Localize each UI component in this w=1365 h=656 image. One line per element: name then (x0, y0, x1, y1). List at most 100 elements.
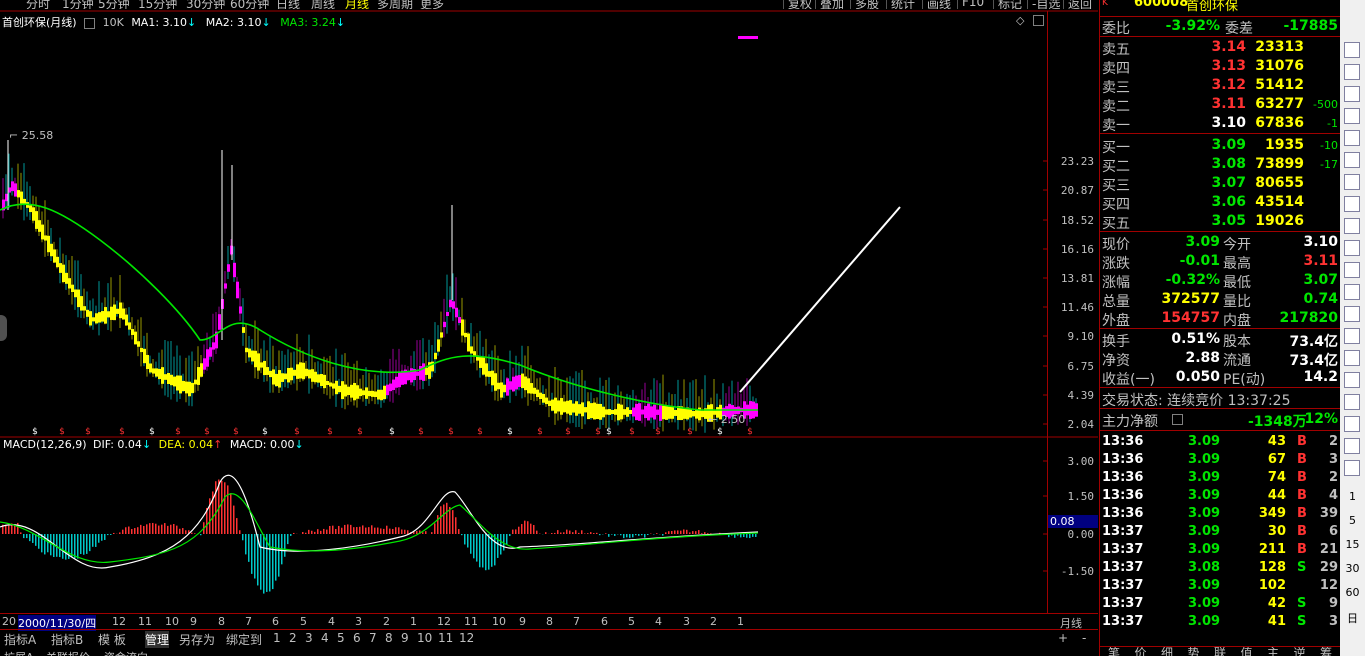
indicator-tab[interactable]: 模 板 (98, 631, 126, 648)
period-shortcut[interactable]: 日 (1342, 610, 1363, 626)
candle-body (569, 400, 572, 416)
detail-tab[interactable]: 价 (1135, 647, 1147, 656)
trade-price: 3.08 (1188, 560, 1221, 575)
detail-tab[interactable]: 值 (1241, 647, 1253, 656)
remove-tab-button[interactable]: - (1082, 631, 1086, 645)
candle-body (605, 409, 608, 415)
order-book-row[interactable]: 买一 3.09 1935 -10 (1100, 136, 1340, 156)
ext-tab[interactable]: 扩展A (4, 649, 34, 656)
cal-icon[interactable] (1344, 218, 1360, 234)
period-tab-60min[interactable]: 60分钟 (230, 0, 269, 9)
ext-tab[interactable]: 关联报价 (46, 649, 90, 656)
kline-chart[interactable]: 23.23 20.87 18.52 16.16 13.81 11.46 9.10 6.75 4.… (0, 10, 1098, 438)
layers-icon[interactable] (1344, 372, 1360, 388)
period-shortcut[interactable]: 60 (1342, 586, 1363, 599)
indicator-tab[interactable]: 5 (337, 631, 345, 645)
f5-icon[interactable] (1344, 438, 1360, 454)
self-select-button[interactable]: -自选 (1027, 0, 1064, 9)
period-tab-multi[interactable]: 多周期 (377, 0, 413, 9)
detail-tab[interactable]: 势 (1188, 647, 1200, 656)
period-shortcut[interactable]: 30 (1342, 562, 1363, 575)
indicator-tab[interactable]: 12 (459, 631, 474, 645)
add-tab-button[interactable]: + (1058, 631, 1068, 645)
detail-tab[interactable]: 筹 (1320, 647, 1332, 656)
multi-stock-button[interactable]: 多股 (850, 0, 883, 9)
period-shortcut[interactable]: 15 (1342, 538, 1363, 551)
curve-icon[interactable] (1344, 174, 1360, 190)
main-flow-list-icon[interactable] (1172, 414, 1183, 425)
detail-tab[interactable]: 联 (1214, 647, 1226, 656)
order-book-row[interactable]: 卖二 3.11 63277 -500 (1100, 95, 1340, 115)
indicator-tab[interactable]: 指标A (4, 631, 36, 648)
side-expand-handle[interactable] (0, 315, 7, 341)
order-book-row[interactable]: 卖五 3.14 23313 (1100, 38, 1340, 58)
order-book-row[interactable]: 买四 3.06 43514 (1100, 193, 1340, 213)
order-book-row[interactable]: 卖一 3.10 67836 -1 (1100, 114, 1340, 134)
grid-icon[interactable] (1344, 108, 1360, 124)
mark-button[interactable]: 标记 (993, 0, 1026, 9)
chart-icon[interactable] (1344, 64, 1360, 80)
indicator-tab[interactable]: 指标B (51, 631, 83, 648)
stats-button[interactable]: 统计 (886, 0, 919, 9)
chart-diamond-icon[interactable]: ◇ (1016, 14, 1024, 27)
period-tab-30min[interactable]: 30分钟 (186, 0, 225, 9)
fund-icon[interactable] (1344, 306, 1360, 322)
period-tab-5min[interactable]: 5分钟 (98, 0, 130, 9)
move-icon[interactable] (1344, 394, 1360, 410)
period-tab-1min[interactable]: 1分钟 (62, 0, 94, 9)
table-icon[interactable] (1344, 196, 1360, 212)
indicator-tab[interactable]: 绑定到 (226, 631, 262, 648)
chart-maximize-icon[interactable] (1033, 15, 1044, 26)
back-button[interactable]: 返回 (1063, 0, 1096, 9)
indicator-tab[interactable]: 7 (369, 631, 377, 645)
order-book-row[interactable]: 卖三 3.12 51412 (1100, 76, 1340, 96)
indicator-tab[interactable]: 11 (438, 631, 453, 645)
draw-button[interactable]: 画线 (922, 0, 955, 9)
overlay-button[interactable]: 叠加 (815, 0, 848, 9)
indicator-tab[interactable]: 8 (385, 631, 393, 645)
bar-icon[interactable] (1344, 152, 1360, 168)
main-flow-row[interactable]: 主力净额 -1348万 -12% (1100, 410, 1340, 430)
indicator-tab[interactable]: 4 (321, 631, 329, 645)
fuquan-button[interactable]: 复权 (783, 0, 816, 9)
detail-tab[interactable]: 细 (1161, 647, 1173, 656)
indicator-tab[interactable]: 2 (289, 631, 297, 645)
period-tab-day[interactable]: 日线 (276, 0, 300, 9)
ext-tab[interactable]: 资金流向 (104, 649, 148, 656)
indicator-tab[interactable]: 6 (353, 631, 361, 645)
period-tab-month[interactable]: 月线 (345, 0, 369, 9)
dropdown-icon[interactable] (84, 17, 96, 29)
indicator-tab[interactable]: 管理 (145, 631, 170, 648)
list-icon[interactable] (1344, 86, 1360, 102)
trade-side: B (1297, 524, 1307, 539)
f10-icon[interactable] (1344, 262, 1360, 278)
order-book-row[interactable]: 买三 3.07 80655 (1100, 174, 1340, 194)
order-book-row[interactable]: 卖四 3.13 31076 (1100, 57, 1340, 77)
refresh-icon[interactable] (1344, 328, 1360, 344)
rsi-icon[interactable] (1344, 350, 1360, 366)
indicator-tab[interactable]: 3 (305, 631, 313, 645)
period-tab-15min[interactable]: 15分钟 (138, 0, 177, 9)
indicator-tab[interactable]: 10 (417, 631, 432, 645)
f10-button[interactable]: F10 (957, 0, 988, 9)
book-icon[interactable] (1344, 240, 1360, 256)
order-book-row[interactable]: 买五 3.05 19026 (1100, 212, 1340, 232)
detail-tab[interactable]: 逆 (1294, 647, 1306, 656)
line-icon[interactable] (1344, 130, 1360, 146)
detail-tab[interactable]: 笔 (1108, 647, 1120, 656)
macd-chart[interactable]: 3.00 1.50 0.00 -1.50 (0, 437, 1098, 613)
detail-tab[interactable]: 主 (1267, 647, 1279, 656)
indicator-tab[interactable]: 另存为 (179, 631, 215, 648)
warn-icon[interactable] (1344, 416, 1360, 432)
period-tab-more[interactable]: 更多 (420, 0, 444, 9)
period-tab-week[interactable]: 周线 (311, 0, 335, 9)
indicator-tab[interactable]: 9 (401, 631, 409, 645)
K-icon[interactable] (1344, 42, 1360, 58)
period-shortcut[interactable]: 5 (1342, 514, 1363, 527)
fz-icon[interactable] (1344, 284, 1360, 300)
indicator-tab[interactable]: 1 (273, 631, 281, 645)
period-tab-fenshi[interactable]: 分时 (26, 0, 50, 9)
period-shortcut[interactable]: 1 (1342, 490, 1363, 503)
f6-icon[interactable] (1344, 460, 1360, 476)
order-book-row[interactable]: 买二 3.08 73899 -17 (1100, 155, 1340, 175)
